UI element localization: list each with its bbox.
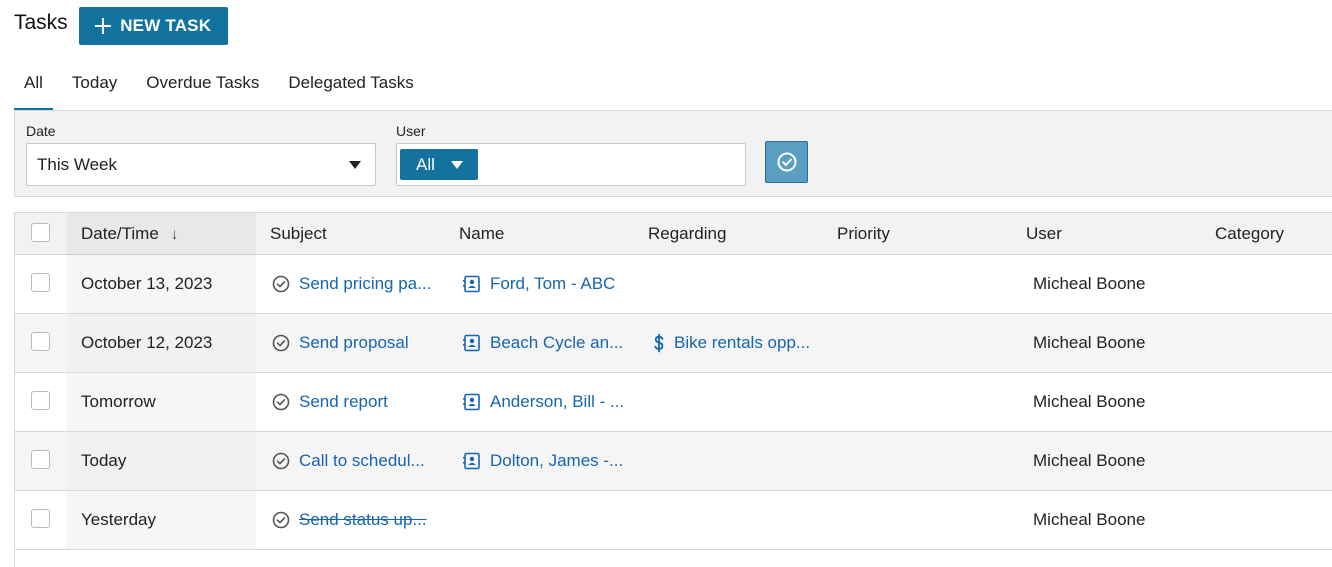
row-date: Today xyxy=(81,451,127,470)
table-row[interactable]: October 12, 2023 Send proposal Beach Cyc… xyxy=(15,314,1332,373)
contact-card-icon xyxy=(463,393,480,411)
tab-all[interactable]: All xyxy=(14,66,53,110)
tab-today[interactable]: Today xyxy=(72,66,117,110)
row-date: October 12, 2023 xyxy=(81,333,213,352)
table-row-partial xyxy=(15,551,1332,567)
contact-card-icon xyxy=(463,334,480,352)
new-task-button[interactable]: NEW TASK xyxy=(78,7,228,45)
date-filter-value: This Week xyxy=(37,155,117,174)
check-circle-icon xyxy=(272,511,290,529)
row-subject-link[interactable]: Send report xyxy=(299,373,388,431)
row-name-link[interactable]: Beach Cycle an... xyxy=(490,314,623,372)
contact-card-icon xyxy=(463,275,480,293)
apply-filter-button[interactable] xyxy=(765,141,808,183)
table-row[interactable]: October 13, 2023 Send pricing pa... Ford… xyxy=(15,255,1332,314)
check-circle-icon xyxy=(272,275,290,293)
row-user: Micheal Boone xyxy=(1033,333,1146,352)
tasks-table: Date/Time ↓ Subject Name Regarding Priori… xyxy=(14,212,1332,567)
new-task-label: NEW TASK xyxy=(120,16,212,35)
row-user: Micheal Boone xyxy=(1033,510,1146,529)
column-header-priority[interactable]: Priority xyxy=(837,213,890,254)
row-user: Micheal Boone xyxy=(1033,274,1146,293)
caret-down-icon xyxy=(349,161,361,169)
contact-card-icon xyxy=(463,452,480,470)
row-subject-link[interactable]: Call to schedul... xyxy=(299,432,425,490)
row-checkbox[interactable] xyxy=(31,391,50,410)
row-checkbox[interactable] xyxy=(31,450,50,469)
row-name-link[interactable]: Anderson, Bill - ... xyxy=(490,373,624,431)
row-checkbox[interactable] xyxy=(31,509,50,528)
user-filter-label: User xyxy=(396,123,426,139)
tab-delegated-tasks[interactable]: Delegated Tasks xyxy=(288,66,413,110)
table-row[interactable]: Today Call to schedul... Dolton, James -… xyxy=(15,432,1332,491)
row-subject-link[interactable]: Send proposal xyxy=(299,314,409,372)
row-regarding-link[interactable]: Bike rentals opp... xyxy=(674,314,810,372)
table-row[interactable]: Yesterday Send status up... Micheal Boon… xyxy=(15,491,1332,550)
page-header: Tasks NEW TASK xyxy=(14,7,228,45)
tab-overdue-tasks[interactable]: Overdue Tasks xyxy=(146,66,259,110)
row-name-link[interactable]: Ford, Tom - ABC xyxy=(490,255,615,313)
plus-icon xyxy=(95,18,112,34)
dollar-icon xyxy=(654,333,664,353)
select-all-checkbox[interactable] xyxy=(31,223,50,242)
row-checkbox[interactable] xyxy=(31,332,50,351)
check-circle-icon xyxy=(777,152,796,172)
column-header-category[interactable]: Category xyxy=(1215,213,1284,254)
check-circle-icon xyxy=(272,334,290,352)
column-header-user[interactable]: User xyxy=(1026,213,1062,254)
table-row[interactable]: Tomorrow Send report Anderson, Bill - ..… xyxy=(15,373,1332,432)
caret-down-icon xyxy=(451,161,463,169)
user-filter-chip[interactable]: All xyxy=(400,149,478,180)
sort-descending-icon: ↓ xyxy=(170,226,179,243)
date-filter-select[interactable]: This Week xyxy=(26,143,376,186)
user-filter-input[interactable]: All xyxy=(396,143,746,186)
column-header-subject[interactable]: Subject xyxy=(270,213,327,254)
row-date: Tomorrow xyxy=(81,392,156,411)
table-header: Date/Time ↓ Subject Name Regarding Priori… xyxy=(15,213,1332,255)
user-filter-value: All xyxy=(416,155,435,174)
row-date: October 13, 2023 xyxy=(81,274,213,293)
date-filter-label: Date xyxy=(26,123,56,139)
row-checkbox[interactable] xyxy=(31,273,50,292)
row-user: Micheal Boone xyxy=(1033,392,1146,411)
page-title: Tasks xyxy=(14,11,68,34)
row-user: Micheal Boone xyxy=(1033,451,1146,470)
check-circle-icon xyxy=(272,452,290,470)
filter-bar: Date This Week User All xyxy=(14,110,1332,197)
row-subject-link[interactable]: Send pricing pa... xyxy=(299,255,431,313)
row-subject-link-completed[interactable]: Send status up... xyxy=(299,491,427,549)
column-header-name[interactable]: Name xyxy=(459,213,504,254)
row-name-link[interactable]: Dolton, James -... xyxy=(490,432,623,490)
row-date: Yesterday xyxy=(81,510,156,529)
check-circle-icon xyxy=(272,393,290,411)
task-tabs: All Today Overdue Tasks Delegated Tasks xyxy=(14,66,443,110)
column-header-regarding[interactable]: Regarding xyxy=(648,213,726,254)
column-header-datetime[interactable]: Date/Time ↓ xyxy=(81,213,178,254)
